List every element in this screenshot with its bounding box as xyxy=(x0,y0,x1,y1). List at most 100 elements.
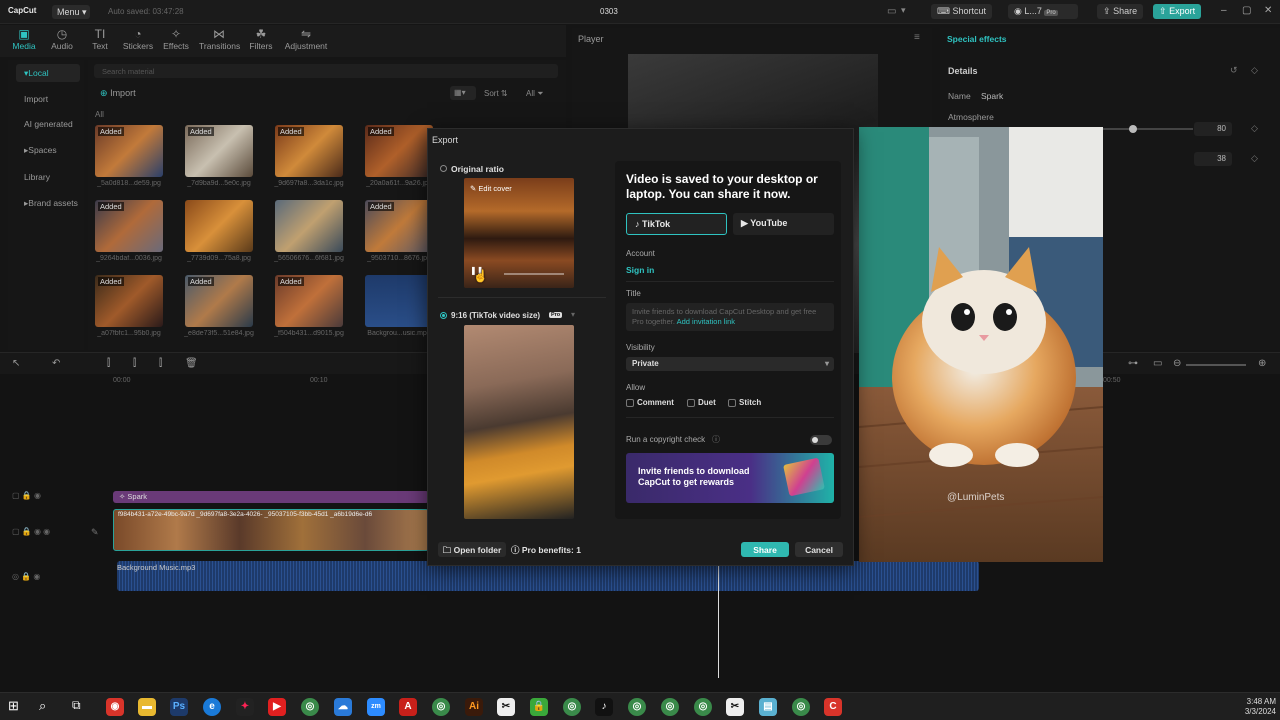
preview-progress[interactable] xyxy=(504,273,564,275)
menu-button[interactable]: Menu ▾ xyxy=(52,5,90,19)
tab-transitions[interactable]: ⋈ Transitions xyxy=(199,27,240,51)
slider-handle[interactable] xyxy=(1129,125,1137,133)
copyright-toggle[interactable] xyxy=(810,435,832,445)
visibility-select[interactable]: Private ▾ xyxy=(626,357,834,371)
chrome-icon[interactable]: ◎ xyxy=(694,698,712,716)
edge-icon[interactable]: e xyxy=(203,698,221,716)
sort-button[interactable]: Sort ⇅ xyxy=(484,89,508,98)
tab-filters[interactable]: ☘ Filters xyxy=(241,27,281,51)
illustrator-icon[interactable]: Ai xyxy=(465,698,483,716)
share-button[interactable]: ⇪ Share xyxy=(1097,4,1144,19)
acrobat-icon[interactable]: A xyxy=(399,698,417,716)
media-thumbnail[interactable]: Added xyxy=(275,275,343,327)
value-field[interactable]: 38 xyxy=(1194,152,1232,166)
system-clock[interactable]: 3:48 AM 3/3/2024 xyxy=(1236,697,1276,717)
recorder-icon[interactable]: ◉ xyxy=(106,698,124,716)
chrome-icon[interactable]: ◎ xyxy=(628,698,646,716)
value-field[interactable]: 80 xyxy=(1194,122,1232,136)
track-controls[interactable]: ◎ 🔒 ◉ xyxy=(12,572,40,581)
track-controls[interactable]: ▢ 🔒 ◉ xyxy=(12,491,41,500)
media-thumbnail[interactable]: Added xyxy=(275,125,343,177)
sidebar-item-local[interactable]: ▾Local xyxy=(16,64,80,82)
invite-banner[interactable]: Invite friends to download CapCut to get… xyxy=(626,453,834,503)
share-button[interactable]: Share xyxy=(741,542,789,557)
lock-icon[interactable]: 🔒 xyxy=(530,698,548,716)
shortcut-button[interactable]: ⌨ Shortcut xyxy=(931,4,993,19)
sidebar-item-ai-generated[interactable]: AI generated xyxy=(16,115,80,133)
open-folder-button[interactable]: 🗀 Open folder xyxy=(438,542,506,557)
track-controls[interactable]: ▢ 🔒 ◉ ◉ xyxy=(12,527,50,536)
keyframe-icon[interactable]: ◇ xyxy=(1251,65,1258,76)
split-icon[interactable]: ⫿ xyxy=(107,358,110,369)
chrome-icon[interactable]: ◎ xyxy=(661,698,679,716)
link-icon[interactable]: ⊶ xyxy=(1128,358,1138,369)
media-thumbnail[interactable]: Added xyxy=(95,125,163,177)
capcut-icon[interactable]: ✂ xyxy=(726,698,744,716)
filter-button[interactable]: All ⏷ xyxy=(526,89,544,99)
edit-cover-button[interactable]: ✎ Edit cover xyxy=(470,184,512,193)
media-thumbnail[interactable]: Added xyxy=(95,275,163,327)
chevron-down-icon[interactable]: ▾ xyxy=(901,5,906,16)
export-button[interactable]: ⇧ Export xyxy=(1153,4,1202,19)
chrome-icon[interactable]: ◎ xyxy=(563,698,581,716)
media-thumbnail[interactable]: Added xyxy=(185,275,253,327)
media-thumbnail[interactable]: Added xyxy=(365,125,433,177)
sidebar-item-spaces[interactable]: ▸Spaces xyxy=(16,141,80,159)
video-clip[interactable]: f984b431-a72e-49bc-9a7d _9d697fa8-3e2a-4… xyxy=(113,509,429,551)
import-button[interactable]: ⊕ Import xyxy=(100,88,136,99)
media-thumbnail[interactable] xyxy=(275,200,343,252)
layout-icon[interactable]: ▭ xyxy=(887,6,896,17)
photoshop-icon[interactable]: Ps xyxy=(170,698,188,716)
tab-special-effects[interactable]: Special effects xyxy=(947,34,1007,44)
chrome-icon[interactable]: ◎ xyxy=(301,698,319,716)
stitch-checkbox[interactable] xyxy=(728,399,736,407)
zoom-in-icon[interactable]: ⊕ xyxy=(1258,358,1266,369)
task-view-icon[interactable]: ⧉ xyxy=(72,698,81,713)
preview-icon[interactable]: ▭ xyxy=(1153,358,1162,369)
media-thumbnail[interactable]: Added xyxy=(365,200,433,252)
tab-audio[interactable]: ◷ Audio xyxy=(42,27,82,51)
tiktok-icon[interactable]: ♪ xyxy=(595,698,613,716)
notepad-icon[interactable]: ▤ xyxy=(759,698,777,716)
radio-original-ratio[interactable] xyxy=(440,165,447,172)
audio-thumbnail[interactable] xyxy=(365,275,433,327)
keyframe-icon[interactable]: ◇ xyxy=(1251,153,1258,164)
chrome-icon[interactable]: ◎ xyxy=(792,698,810,716)
zoom-slider[interactable] xyxy=(1186,364,1246,366)
account-button[interactable]: ◉ L...7 Pro xyxy=(1008,4,1078,19)
close-icon[interactable]: ✕ xyxy=(1264,5,1272,16)
tab-text[interactable]: TI Text xyxy=(80,27,120,51)
zoom-icon[interactable]: zm xyxy=(367,698,385,716)
chevron-down-icon[interactable]: ▾ xyxy=(571,310,575,319)
zoom-out-icon[interactable]: ⊖ xyxy=(1173,358,1181,369)
comment-checkbox[interactable] xyxy=(626,399,634,407)
delete-icon[interactable]: 🗑 xyxy=(185,358,198,369)
capcut-icon[interactable]: ✂ xyxy=(497,698,515,716)
pro-benefits[interactable]: ⓘ Pro benefits: 1 xyxy=(511,544,581,556)
tab-effects[interactable]: ✧ Effects xyxy=(156,27,196,51)
maximize-icon[interactable]: ▢ xyxy=(1242,5,1251,16)
search-input[interactable]: Search material xyxy=(94,64,558,78)
effect-clip[interactable]: ✧ Spark xyxy=(113,491,429,503)
split-right-icon[interactable]: ⫿ xyxy=(159,358,162,369)
sidebar-item-library[interactable]: Library xyxy=(16,168,80,186)
view-toggle[interactable]: ▦▾ xyxy=(450,86,476,100)
radio-tiktok-size[interactable] xyxy=(440,312,447,319)
cloud-icon[interactable]: ☁ xyxy=(334,698,352,716)
info-icon[interactable]: ⓘ xyxy=(712,434,720,445)
sidebar-item-brand-assets[interactable]: ▸Brand assets xyxy=(16,194,90,212)
reset-icon[interactable]: ↺ xyxy=(1230,65,1238,76)
media-thumbnail[interactable]: Added xyxy=(95,200,163,252)
keyframe-icon[interactable]: ◇ xyxy=(1251,123,1258,134)
duet-checkbox[interactable] xyxy=(687,399,695,407)
title-field[interactable]: Invite friends to download CapCut Deskto… xyxy=(626,303,834,331)
atmosphere-slider[interactable] xyxy=(1103,128,1193,130)
edit-cover-icon[interactable]: ✎ xyxy=(91,527,99,538)
search-icon[interactable]: ⌕ xyxy=(39,698,46,714)
media-thumbnail[interactable]: Added xyxy=(185,125,253,177)
sign-in-link[interactable]: Sign in xyxy=(626,265,654,275)
split-left-icon[interactable]: ⫿ xyxy=(133,358,136,369)
tiktok-preview[interactable] xyxy=(464,325,574,519)
tab-stickers[interactable]: ◔ Stickers xyxy=(118,27,158,51)
file-explorer-icon[interactable]: ▬ xyxy=(138,698,156,716)
